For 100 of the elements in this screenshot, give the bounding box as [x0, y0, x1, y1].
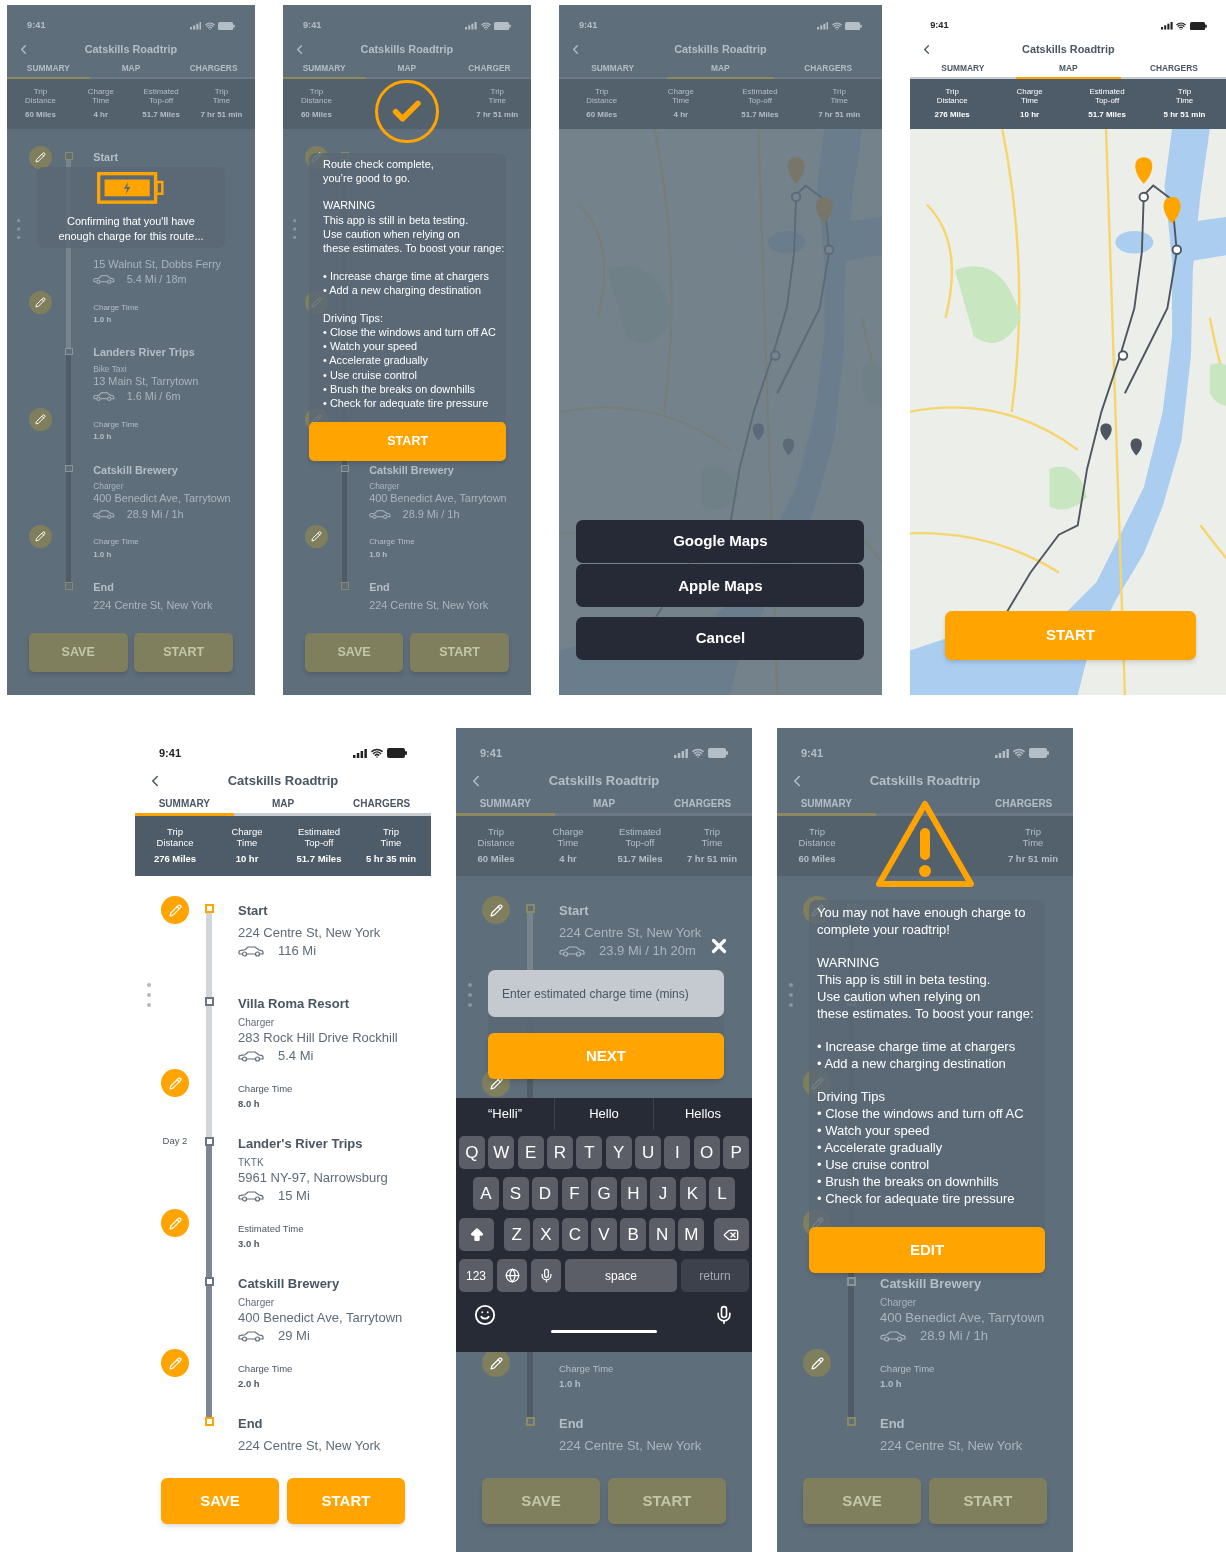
- key[interactable]: K: [679, 1177, 706, 1211]
- drag-handle-icon[interactable]: [468, 983, 472, 1008]
- stat-label: Estimated Top-off: [618, 825, 662, 848]
- key[interactable]: W: [488, 1136, 515, 1170]
- stop-marker: [204, 904, 214, 914]
- stop-marker: [525, 1417, 535, 1427]
- cancel-button[interactable]: Cancel: [576, 617, 865, 660]
- detail-value: 1.0 h: [880, 1378, 902, 1390]
- key[interactable]: J: [650, 1177, 676, 1211]
- stat-label: Trip Distance: [798, 825, 836, 848]
- stat-label: Trip Time: [380, 825, 402, 848]
- pencil-icon: [35, 151, 46, 163]
- key[interactable]: A: [473, 1177, 499, 1211]
- stat-label: Trip Distance: [156, 825, 194, 848]
- charge-time-field[interactable]: Enter estimated charge time (mins): [488, 970, 724, 1018]
- screen-title: Catskills Roadtrip: [359, 42, 455, 58]
- key[interactable]: D: [532, 1177, 558, 1211]
- key[interactable]: I: [664, 1136, 691, 1170]
- key[interactable]: O: [693, 1136, 720, 1170]
- suggestion[interactable]: “Helli”: [456, 1098, 554, 1131]
- map-app-option[interactable]: Apple Maps: [576, 564, 865, 608]
- status-time: 9:41: [801, 745, 824, 761]
- pencil-icon: [489, 1076, 503, 1090]
- stop-type: Charger: [93, 480, 124, 491]
- key[interactable]: M: [678, 1218, 705, 1252]
- stat-label: Estimated Top-off: [297, 825, 341, 848]
- return-key[interactable]: return: [681, 1259, 749, 1293]
- stop-marker: [204, 1417, 214, 1427]
- battery-charging-icon: [97, 172, 165, 205]
- shift-key[interactable]: [459, 1218, 495, 1252]
- stat-value: 60 Miles: [798, 851, 836, 866]
- stop-name: Lander's River Trips: [238, 1136, 363, 1152]
- stat-value: 10 hr: [235, 851, 259, 866]
- key[interactable]: X: [533, 1218, 559, 1252]
- drag-handle-icon[interactable]: [17, 218, 21, 239]
- key[interactable]: E: [517, 1136, 544, 1170]
- key[interactable]: U: [635, 1136, 661, 1170]
- stop-distance: 5.4 Mi / 18m: [126, 272, 187, 288]
- stat-label: Trip Distance: [477, 825, 515, 848]
- battery-icon: [845, 21, 862, 31]
- key[interactable]: T: [576, 1136, 603, 1170]
- globe-key[interactable]: [497, 1259, 527, 1293]
- wifi-icon: [831, 20, 842, 31]
- key[interactable]: B: [620, 1218, 646, 1252]
- key[interactable]: H: [620, 1177, 647, 1211]
- suggestion[interactable]: Hello: [554, 1098, 653, 1131]
- key[interactable]: S: [502, 1177, 529, 1211]
- stop-type: Charger: [880, 1297, 917, 1309]
- key[interactable]: V: [591, 1218, 617, 1252]
- stop-marker: [65, 152, 73, 160]
- drag-handle-icon[interactable]: [147, 983, 151, 1008]
- drag-handle-icon[interactable]: [789, 983, 793, 1008]
- key[interactable]: N: [649, 1218, 675, 1252]
- key[interactable]: F: [561, 1177, 588, 1211]
- stat-value: 4 hr: [559, 851, 577, 866]
- emoji-icon[interactable]: [474, 1304, 496, 1327]
- status-time: 9:41: [578, 19, 598, 32]
- key[interactable]: P: [723, 1136, 749, 1170]
- key[interactable]: G: [591, 1177, 617, 1211]
- map-app-option[interactable]: Google Maps: [576, 520, 865, 563]
- stop-address: 224 Centre St, New York: [369, 599, 489, 612]
- key[interactable]: C: [562, 1218, 588, 1252]
- battery-icon: [708, 748, 728, 759]
- signal-icon: [353, 748, 367, 758]
- dictation-key[interactable]: [531, 1259, 561, 1293]
- key[interactable]: R: [547, 1136, 573, 1170]
- stop-type: TKTK: [238, 1157, 264, 1169]
- key[interactable]: Y: [605, 1136, 632, 1170]
- pencil-icon: [810, 1356, 824, 1370]
- stop-address: 400 Benedict Ave, Tarrytown: [369, 492, 507, 505]
- microphone-icon[interactable]: [714, 1305, 734, 1326]
- suggestion[interactable]: Hellos: [653, 1098, 752, 1131]
- battery-icon: [493, 21, 511, 31]
- key[interactable]: L: [709, 1177, 735, 1211]
- detail-label: Charge Time: [880, 1363, 935, 1375]
- stop-distance: 28.9 Mi / 1h: [126, 506, 184, 522]
- status-time: 9:41: [480, 745, 503, 761]
- drag-handle-icon[interactable]: [292, 218, 297, 239]
- screen-title: Catskills Roadtrip: [673, 42, 768, 58]
- stop-address: 224 Centre St, New York: [559, 925, 702, 941]
- status-time: 9:41: [27, 19, 46, 32]
- microphone-icon: [538, 1268, 554, 1284]
- day-label: Day 2: [162, 1134, 188, 1149]
- stop-name: Catskill Brewery: [93, 463, 178, 476]
- car-icon: [559, 945, 585, 957]
- key[interactable]: Z: [503, 1218, 530, 1252]
- space-key[interactable]: space: [565, 1259, 677, 1293]
- backspace-key[interactable]: [713, 1218, 749, 1252]
- stop-distance: 116 Mi: [278, 942, 317, 961]
- stat-value: 51.7 Miles: [296, 851, 342, 866]
- detail-value: 3.0 h: [238, 1238, 260, 1250]
- stop-distance: 1.6 Mi / 6m: [126, 389, 181, 405]
- stop-distance: 28.9 Mi / 1h: [920, 1327, 988, 1346]
- message-text: WARNING This app is still in beta testing. Use caution when relying on these estimates. To boost your range:: [817, 954, 1035, 1023]
- status-time: 9:41: [303, 19, 322, 32]
- number-key[interactable]: 123: [459, 1259, 493, 1293]
- pencil-icon: [310, 531, 322, 543]
- wifi-icon: [480, 20, 491, 31]
- key[interactable]: Q: [459, 1136, 485, 1170]
- pencil-icon: [35, 531, 46, 543]
